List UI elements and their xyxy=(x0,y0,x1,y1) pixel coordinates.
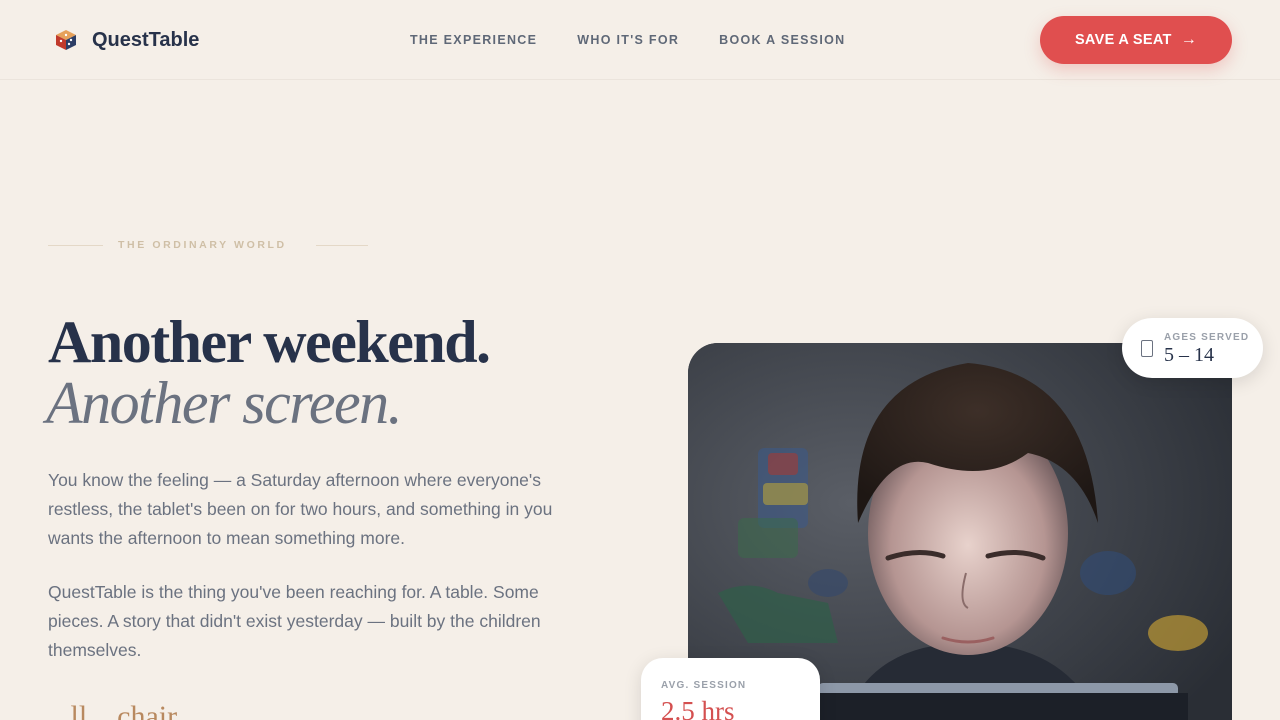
arrow-right-icon: → xyxy=(1180,31,1198,48)
intro-paragraph-1: You know the feeling — a Saturday aftern… xyxy=(48,470,553,548)
tablet-icon xyxy=(1141,340,1153,357)
nav-book-a-session[interactable]: BOOK A SESSION xyxy=(719,33,845,47)
eyebrow-text: THE ORDINARY WORLD xyxy=(118,239,287,251)
main-nav: THE EXPERIENCE WHO IT'S FOR BOOK A SESSI… xyxy=(410,33,886,47)
save-a-seat-button[interactable]: SAVE A SEAT → xyxy=(1040,16,1232,64)
avg-session-value: 2.5 hrs xyxy=(661,696,735,720)
site-header: QuestTable THE EXPERIENCE WHO IT'S FOR B… xyxy=(0,0,1280,80)
eyebrow-line-left xyxy=(48,245,103,246)
ages-served-label: AGES SERVED xyxy=(1164,332,1250,343)
headline-line-1: Another weekend. xyxy=(48,309,491,375)
avg-session-label: AVG. SESSION xyxy=(661,680,747,691)
nav-the-experience[interactable]: THE EXPERIENCE xyxy=(410,33,537,47)
brand-logo[interactable]: QuestTable xyxy=(54,28,199,52)
handwritten-note: ...ll... chair xyxy=(48,700,178,720)
brand-name: QuestTable xyxy=(92,28,200,51)
save-a-seat-label: SAVE A SEAT xyxy=(1074,32,1172,48)
ages-served-value: 5 – 14 xyxy=(1164,344,1214,366)
dice-cube-icon xyxy=(56,30,76,50)
avg-session-card: AVG. SESSION 2.5 hrs xyxy=(641,658,820,720)
section-eyebrow: THE ORDINARY WORLD xyxy=(48,239,368,251)
eyebrow-line-right xyxy=(316,245,368,246)
nav-who-its-for[interactable]: WHO IT'S FOR xyxy=(577,33,679,47)
headline-line-2: Another screen. xyxy=(46,370,403,436)
intro-paragraph-2: QuestTable is the thing you've been reac… xyxy=(48,582,541,660)
ages-served-card: AGES SERVED 5 – 14 xyxy=(1122,318,1263,378)
